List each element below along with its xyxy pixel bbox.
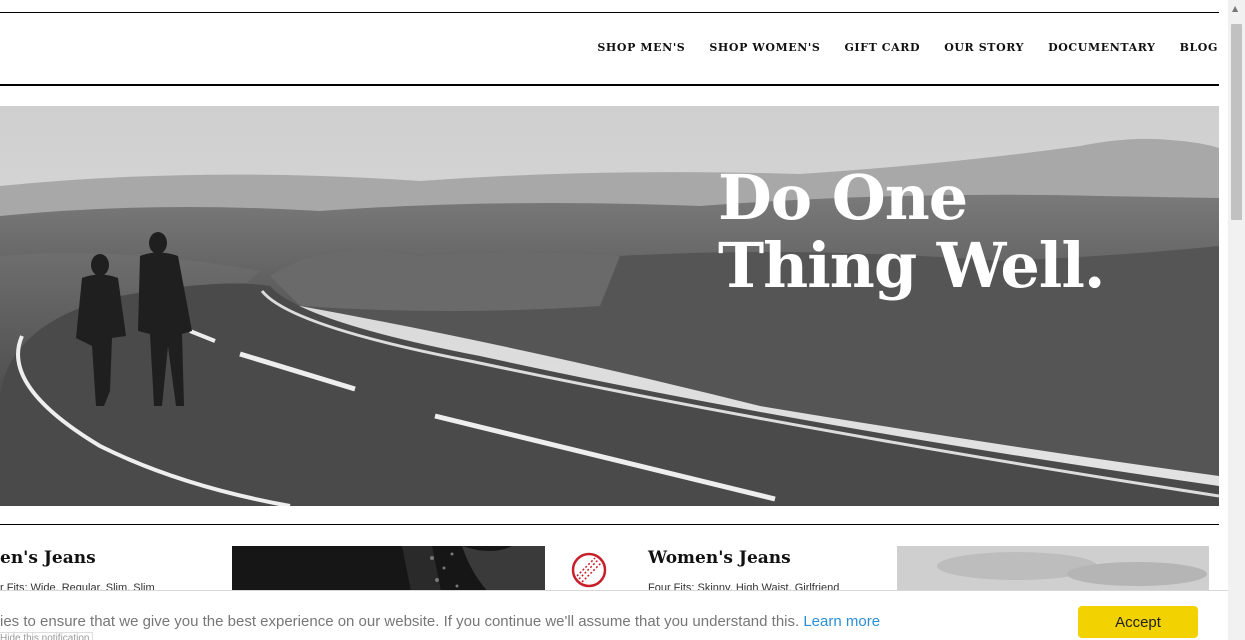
nav-gift-card[interactable]: GIFT CARD — [844, 41, 920, 54]
womens-jeans-image — [897, 546, 1209, 596]
hero-banner[interactable]: Do One Thing Well. — [0, 106, 1219, 506]
product-card-title-womens[interactable]: Women's Jeans — [648, 548, 791, 568]
cookie-notice-bar: ies to ensure that we give you the best … — [0, 590, 1228, 640]
nav-documentary[interactable]: DOCUMENTARY — [1048, 41, 1155, 54]
cookie-message: ies to ensure that we give you the best … — [0, 613, 800, 630]
header-top-rule — [0, 12, 1219, 13]
mens-jeans-image — [232, 546, 545, 596]
hero-title-line-1: Do One — [718, 161, 968, 234]
vertical-scrollbar[interactable]: ▲ — [1228, 0, 1245, 640]
product-card-title-mens[interactable]: en's Jeans — [0, 548, 96, 568]
accept-cookies-button[interactable]: Accept — [1078, 606, 1198, 638]
header-bottom-rule — [0, 84, 1219, 86]
page: SHOP MEN'S SHOP WOMEN'S GIFT CARD OUR ST… — [0, 0, 1245, 640]
learn-more-link[interactable]: Learn more — [803, 613, 880, 630]
cricket-ball-icon — [571, 552, 607, 588]
hero-title: Do One Thing Well. — [718, 164, 1105, 300]
product-thumbnail-womens[interactable] — [897, 546, 1209, 596]
nav-shop-womens[interactable]: SHOP WOMEN'S — [709, 41, 820, 54]
nav-blog[interactable]: BLOG — [1180, 41, 1218, 54]
hero-title-line-2: Thing Well. — [718, 229, 1105, 302]
hide-notification-tab[interactable]: Hide this notification — [0, 632, 93, 640]
main-nav: SHOP MEN'S SHOP WOMEN'S GIFT CARD OUR ST… — [597, 41, 1218, 54]
scroll-up-arrow-icon[interactable]: ▲ — [1232, 4, 1238, 13]
scrollbar-thumb[interactable] — [1231, 24, 1242, 220]
nav-our-story[interactable]: OUR STORY — [944, 41, 1024, 54]
cookie-notice-text: ies to ensure that we give you the best … — [0, 613, 880, 630]
product-thumbnail-mens[interactable] — [232, 546, 545, 596]
nav-shop-mens[interactable]: SHOP MEN'S — [597, 41, 685, 54]
section-divider — [0, 524, 1219, 525]
